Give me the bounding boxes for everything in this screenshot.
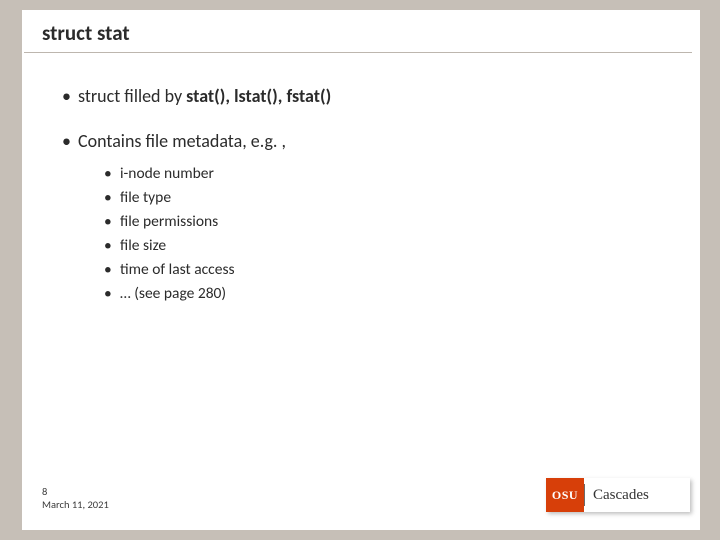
slide: struct stat • struct filled by stat(), l… [22,10,700,530]
sub-bullet-text: file permissions [120,210,218,234]
osu-mark-icon: OSU [546,478,584,512]
page-number: 8 [42,485,109,499]
bullet-text: Contains file metadata, e.g. , [78,130,286,153]
sub-bullet: • i-node number [104,162,660,186]
sub-bullet-text: i-node number [120,162,214,186]
logo-text: Cascades [585,478,690,512]
bullet-dot-icon: • [104,258,120,282]
sub-bullet-text: file type [120,186,171,210]
bullet-text: struct filled by stat(), lstat(), fstat(… [78,85,331,108]
content-region: • struct filled by stat(), lstat(), fsta… [22,53,700,306]
slide-title: struct stat [42,20,674,46]
title-region: struct stat [24,10,692,53]
bullet-dot-icon: • [104,186,120,210]
sub-bullet: • … (see page 280) [104,282,660,306]
sub-bullet: • file type [104,186,660,210]
bullet-dot-icon: • [62,85,78,108]
sub-bullet-text: time of last access [120,258,235,282]
osu-mark-text: OSU [552,488,578,503]
slide-footer: 8 March 11, 2021 [42,485,109,512]
bullet-dot-icon: • [62,130,78,153]
bullet-dot-icon: • [104,162,120,186]
bullet-level1: • Contains file metadata, e.g. , [62,130,660,153]
bullet-prefix: struct filled by [78,85,186,107]
sub-bullet-text: … (see page 280) [120,282,226,306]
sub-bullet: • time of last access [104,258,660,282]
sub-bullet-list: • i-node number • file type • file permi… [104,162,660,306]
bullet-dot-icon: • [104,210,120,234]
bullet-dot-icon: • [104,234,120,258]
bullet-dot-icon: • [104,282,120,306]
sub-bullet: • file permissions [104,210,660,234]
bullet-strong: stat(), lstat(), fstat() [186,85,331,107]
sub-bullet-text: file size [120,234,166,258]
bullet-level1: • struct filled by stat(), lstat(), fsta… [62,85,660,108]
footer-date: March 11, 2021 [42,498,109,512]
bullet-prefix: Contains file metadata, e.g. , [78,130,286,152]
osu-cascades-logo: OSU Cascades [546,478,690,512]
sub-bullet: • file size [104,234,660,258]
